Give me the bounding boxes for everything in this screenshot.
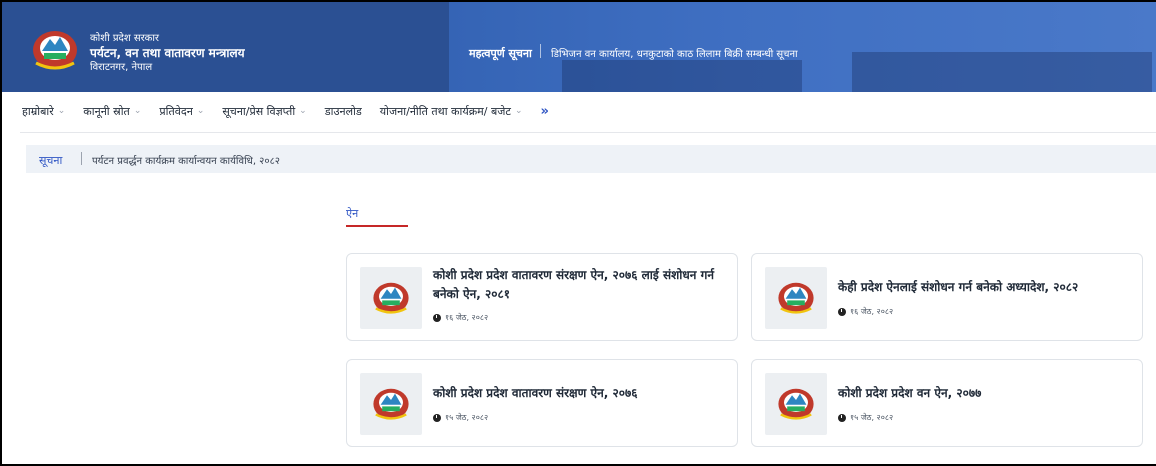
- temple-silhouette: [562, 60, 802, 92]
- site-header: कोशी प्रदेश सरकार पर्यटन, वन तथा वातावरण…: [2, 2, 1156, 92]
- card-thumbnail: [360, 373, 422, 435]
- notice-label: सूचना: [39, 154, 63, 167]
- nav-item-press[interactable]: सूचना/प्रेस विज्ञप्ती ⌄: [222, 104, 306, 119]
- card-date: १५ जेठ, २०८२: [838, 412, 893, 423]
- important-notice-label: महत्वपूर्ण सूचना: [469, 47, 532, 60]
- nepal-emblem-icon: [778, 388, 814, 420]
- card-thumbnail: [765, 267, 827, 329]
- notice-link[interactable]: पर्यटन प्रवर्द्धन कार्यक्रम कार्यान्वयन …: [92, 153, 280, 167]
- temple-silhouette: [852, 52, 1152, 92]
- card-date-text: १६ जेठ, २०८२: [445, 313, 489, 322]
- notice-ticker: सूचना पर्यटन प्रवर्द्धन कार्यक्रम कार्या…: [26, 145, 1156, 173]
- card-thumbnail: [765, 373, 827, 435]
- chevron-down-icon: ⌄: [57, 106, 66, 116]
- nepal-emblem-icon: [373, 388, 409, 420]
- card-title[interactable]: केही प्रदेश ऐनलाई संशोधन गर्न बनेको अध्य…: [838, 278, 1134, 297]
- card-date: १५ जेठ, २०८२: [433, 412, 488, 423]
- nav-item-label: कानूनी स्रोत: [83, 104, 130, 118]
- act-card[interactable]: केही प्रदेश ऐनलाई संशोधन गर्न बनेको अध्य…: [751, 253, 1143, 341]
- nepal-emblem-icon: [373, 282, 409, 314]
- card-date-text: १५ जेठ, २०८२: [445, 413, 489, 422]
- card-date: १६ जेठ, २०८२: [838, 306, 893, 317]
- chevron-down-icon: ⌄: [299, 106, 307, 116]
- nav-item-download[interactable]: डाउनलोड: [325, 104, 362, 119]
- clock-icon: [838, 413, 846, 422]
- card-date-text: १५ जेठ, २०८२: [850, 413, 894, 422]
- nav-item-reports[interactable]: प्रतिवेदन ⌄: [159, 104, 204, 119]
- nav-item-label: डाउनलोड: [324, 104, 362, 118]
- nav-item-about[interactable]: हाम्रोबारे ⌄: [22, 104, 65, 119]
- card-date: १६ जेठ, २०८२: [433, 312, 488, 323]
- card-title[interactable]: कोशी प्रदेश प्रदेश वातावरण संरक्षण ऐन, २…: [433, 384, 729, 403]
- act-card[interactable]: कोशी प्रदेश प्रदेश वन ऐन, २०७७ १५ जेठ, २…: [751, 359, 1143, 447]
- nav-item-label: योजना/नीति तथा कार्यक्रम/ बजेट: [379, 104, 511, 118]
- chevron-down-icon: ⌄: [133, 106, 142, 116]
- nav-item-label: हाम्रोबारे: [22, 104, 54, 118]
- org-ministry: पर्यटन, वन तथा वातावरण मन्त्रालय: [90, 46, 245, 60]
- nav-item-label: प्रतिवेदन: [159, 104, 193, 118]
- section-underline: [346, 225, 408, 227]
- card-title[interactable]: कोशी प्रदेश प्रदेश वन ऐन, २०७७: [838, 384, 1134, 403]
- nepal-emblem-icon: [778, 282, 814, 314]
- divider: [20, 132, 1156, 133]
- important-notice-link[interactable]: डिभिजन वन कार्यालय, धनकुटाको काठ लिलाम ब…: [551, 46, 798, 60]
- nav-item-legal-sources[interactable]: कानूनी स्रोत ⌄: [83, 104, 141, 119]
- divider: [81, 152, 82, 165]
- divider: [540, 44, 541, 58]
- clock-icon: [838, 307, 846, 316]
- org-government: कोशी प्रदेश सरकार: [90, 33, 160, 44]
- chevron-down-icon: ⌄: [196, 106, 205, 116]
- clock-icon: [433, 413, 441, 422]
- main-nav: हाम्रोबारे ⌄ कानूनी स्रोत ⌄ प्रतिवेदन ⌄ सूच…: [22, 102, 567, 120]
- org-title[interactable]: कोशी प्रदेश सरकार पर्यटन, वन तथा वातावरण…: [90, 32, 245, 74]
- card-date-text: १६ जेठ, २०८२: [850, 307, 894, 316]
- act-card[interactable]: कोशी प्रदेश प्रदेश वातावरण संरक्षण ऐन, २…: [346, 253, 738, 341]
- clock-icon: [433, 313, 441, 322]
- act-card[interactable]: कोशी प्रदेश प्रदेश वातावरण संरक्षण ऐन, २…: [346, 359, 738, 447]
- card-title[interactable]: कोशी प्रदेश प्रदेश वातावरण संरक्षण ऐन, २…: [433, 266, 729, 304]
- org-location: विराटनगर, नेपाल: [90, 62, 153, 73]
- nav-more-button[interactable]: »: [541, 104, 549, 119]
- nepal-emblem-icon[interactable]: [30, 27, 80, 73]
- nav-item-plans-budget[interactable]: योजना/नीति तथा कार्यक्रम/ बजेट ⌄: [380, 104, 523, 119]
- section-title: ऐन: [346, 207, 359, 220]
- card-thumbnail: [360, 267, 422, 329]
- nav-item-label: सूचना/प्रेस विज्ञप्ती: [222, 104, 296, 118]
- chevron-down-icon: ⌄: [514, 106, 523, 116]
